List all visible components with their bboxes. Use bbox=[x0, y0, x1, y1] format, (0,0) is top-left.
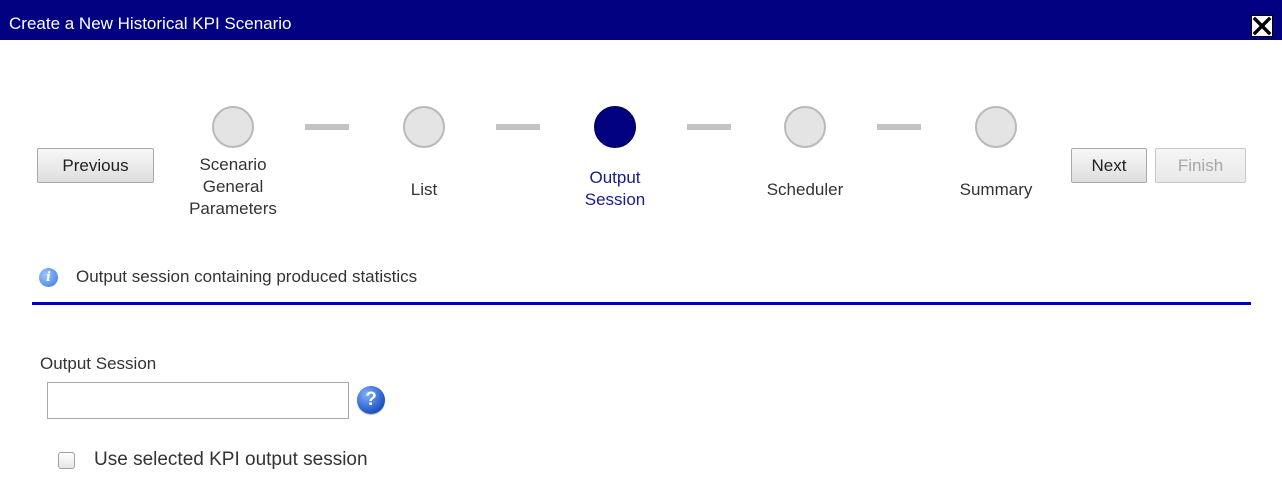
step-label-line: List bbox=[410, 180, 438, 199]
step-label-output-session[interactable]: Output Session bbox=[545, 167, 685, 211]
help-icon[interactable]: ? bbox=[357, 386, 385, 414]
step-circle-list[interactable] bbox=[403, 106, 445, 148]
step-label-list[interactable]: List bbox=[354, 179, 494, 201]
step-label-scheduler[interactable]: Scheduler bbox=[735, 179, 875, 201]
close-icon bbox=[1252, 16, 1272, 36]
step-label-line: Summary bbox=[959, 180, 1033, 199]
output-session-label: Output Session bbox=[40, 354, 157, 373]
step-label-line: Scenario bbox=[199, 155, 267, 174]
use-selected-kpi-output-session-label[interactable]: Use selected KPI output session bbox=[94, 448, 368, 472]
step-label-line: Session bbox=[584, 190, 646, 209]
step-connector bbox=[687, 124, 731, 130]
info-message: Output session containing produced stati… bbox=[76, 267, 418, 286]
step-label-line: Output bbox=[589, 168, 641, 187]
step-circle-output-session[interactable] bbox=[594, 106, 636, 148]
title-bar: Create a New Historical KPI Scenario bbox=[0, 0, 1282, 40]
step-circle-scenario-general-parameters[interactable] bbox=[212, 106, 254, 148]
step-label-scenario-general-parameters[interactable]: Scenario General Parameters bbox=[163, 154, 303, 220]
step-connector bbox=[496, 124, 540, 130]
kpi-scenario-dialog: Create a New Historical KPI Scenario Pre… bbox=[0, 0, 1282, 501]
next-button[interactable]: Next bbox=[1071, 148, 1147, 183]
output-session-input[interactable] bbox=[47, 382, 349, 419]
step-label-line: Scheduler bbox=[766, 180, 844, 199]
section-divider bbox=[32, 302, 1251, 305]
step-connector bbox=[305, 124, 349, 130]
step-circle-summary[interactable] bbox=[975, 106, 1017, 148]
use-selected-kpi-output-session-checkbox[interactable] bbox=[58, 452, 75, 469]
step-connector bbox=[877, 124, 921, 130]
close-button[interactable] bbox=[1251, 15, 1273, 37]
step-label-line: General bbox=[202, 177, 264, 196]
step-label-summary[interactable]: Summary bbox=[926, 179, 1066, 201]
step-label-line: Parameters bbox=[189, 199, 277, 218]
info-icon: i bbox=[39, 268, 58, 287]
dialog-title: Create a New Historical KPI Scenario bbox=[9, 14, 292, 33]
step-circle-scheduler[interactable] bbox=[784, 106, 826, 148]
finish-button[interactable]: Finish bbox=[1155, 148, 1246, 183]
previous-button[interactable]: Previous bbox=[37, 148, 154, 183]
